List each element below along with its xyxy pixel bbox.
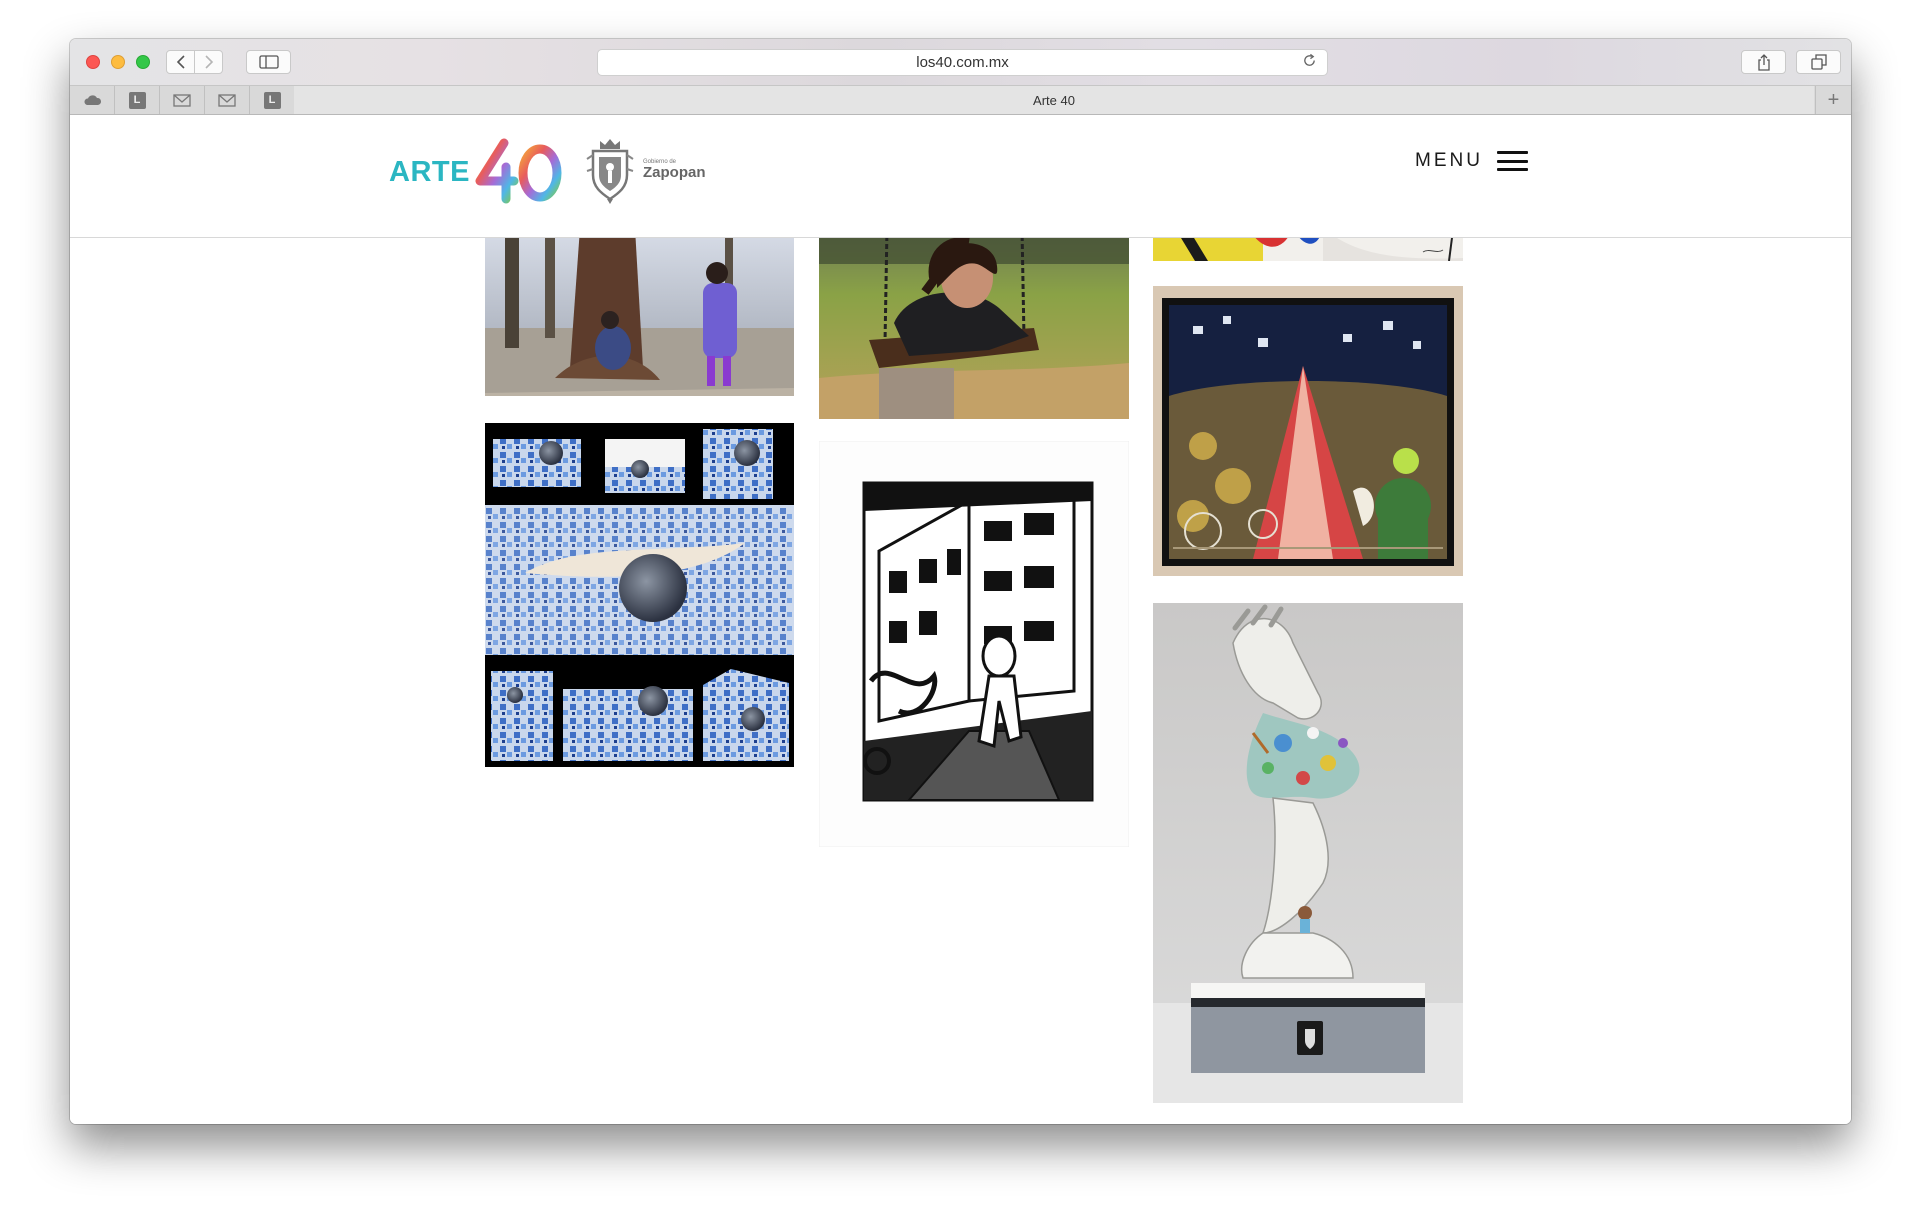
back-button[interactable] bbox=[167, 51, 194, 73]
gallery-item-ink-comic-street[interactable] bbox=[819, 441, 1129, 847]
logo-text: ARTE bbox=[389, 155, 470, 188]
close-window-button[interactable] bbox=[86, 55, 100, 69]
reload-icon[interactable] bbox=[1302, 53, 1317, 72]
site-header: ARTE Gobierno de Zapopan MENU bbox=[70, 115, 1851, 238]
gallery-item-children-under-tree[interactable] bbox=[485, 228, 794, 396]
forward-button[interactable] bbox=[194, 51, 222, 73]
menu-button[interactable]: MENU bbox=[1415, 150, 1528, 172]
active-tab[interactable]: Arte 40 bbox=[294, 86, 1814, 114]
page-content: ARTE Gobierno de Zapopan MENU bbox=[70, 115, 1851, 1124]
logo-40-graphic-icon bbox=[475, 138, 562, 204]
favorite-mail-2[interactable] bbox=[205, 86, 250, 114]
zapopan-wordmark: Gobierno de Zapopan bbox=[643, 159, 706, 181]
children-under-tree-image bbox=[485, 228, 794, 396]
share-icon bbox=[1757, 53, 1770, 71]
blue-puzzle-sphere-image bbox=[485, 429, 794, 761]
favorite-mail-1[interactable] bbox=[160, 86, 205, 114]
zapopan-name: Zapopan bbox=[643, 164, 706, 181]
gallery-item-hand-sculpture[interactable] bbox=[1153, 603, 1463, 1103]
sidebar-toggle-button[interactable] bbox=[246, 50, 291, 74]
show-tabs-button[interactable] bbox=[1796, 50, 1841, 74]
chevron-right-icon bbox=[204, 55, 213, 69]
tabs-icon bbox=[1810, 54, 1827, 70]
cloud-icon bbox=[84, 95, 102, 105]
tab-title: Arte 40 bbox=[1033, 92, 1075, 108]
gallery-item-blue-puzzle-sphere[interactable] bbox=[485, 423, 794, 767]
gallery-item-night-road-painting[interactable] bbox=[1153, 286, 1463, 576]
chevron-left-icon bbox=[176, 55, 185, 69]
new-tab-button[interactable]: + bbox=[1815, 86, 1851, 114]
navigation-buttons bbox=[166, 50, 223, 74]
browser-window: los40.com.mx L L Arte 40 + ARTE Gobierno… bbox=[70, 39, 1851, 1124]
ink-comic-street-image bbox=[819, 441, 1129, 847]
share-button[interactable] bbox=[1741, 50, 1786, 74]
menu-label: MENU bbox=[1415, 150, 1483, 171]
night-road-painting-image bbox=[1153, 286, 1463, 576]
mail-icon bbox=[173, 93, 191, 107]
sidebar-icon bbox=[258, 55, 279, 69]
mail-icon bbox=[218, 93, 236, 107]
favorites-and-tab-bar: L L Arte 40 + bbox=[70, 86, 1851, 115]
maximize-window-button[interactable] bbox=[136, 55, 150, 69]
favorite-l-1[interactable]: L bbox=[115, 86, 160, 114]
minimize-window-button[interactable] bbox=[111, 55, 125, 69]
gallery-item-girl-on-swing[interactable] bbox=[819, 228, 1129, 419]
arte40-logo[interactable]: ARTE bbox=[389, 137, 564, 207]
favorite-cloud[interactable] bbox=[70, 86, 115, 114]
hand-sculpture-image bbox=[1153, 603, 1463, 1103]
address-bar[interactable]: los40.com.mx bbox=[597, 49, 1328, 76]
girl-on-swing-image bbox=[819, 228, 1129, 419]
browser-toolbar: los40.com.mx bbox=[70, 39, 1851, 86]
favorite-l-2[interactable]: L bbox=[250, 86, 295, 114]
hamburger-icon bbox=[1496, 151, 1528, 171]
zapopan-shield-icon bbox=[586, 139, 634, 204]
url-text: los40.com.mx bbox=[916, 54, 1009, 71]
zapopan-logo[interactable]: Gobierno de Zapopan bbox=[585, 135, 706, 205]
